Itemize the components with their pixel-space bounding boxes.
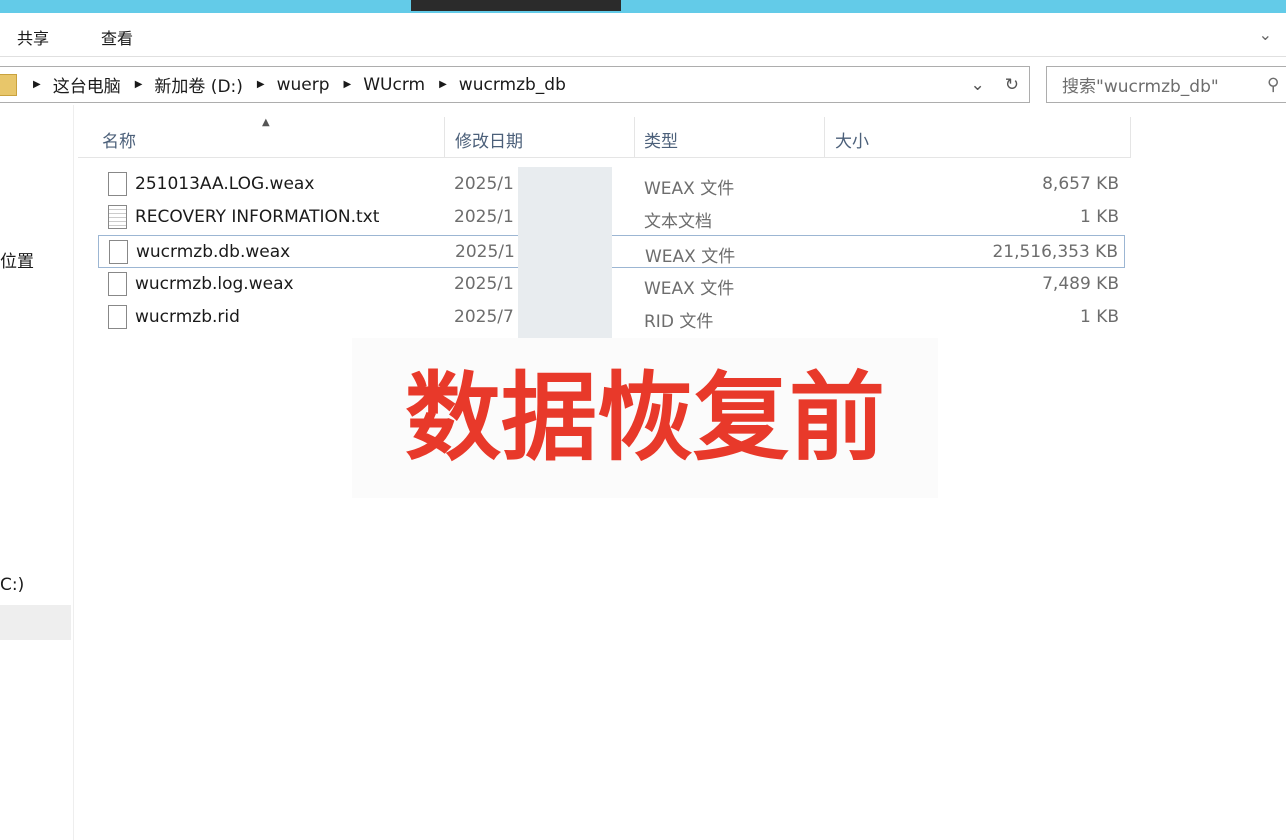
- breadcrumb-wucrmzb-db[interactable]: wucrmzb_db: [459, 75, 566, 95]
- file-size: 1 KB: [1079, 207, 1119, 227]
- search-icon[interactable]: ⚲: [1267, 75, 1279, 95]
- overlay-caption: 数据恢复前: [352, 338, 938, 498]
- file-date: 2025/7: [454, 307, 514, 327]
- search-placeholder: 搜索"wucrmzb_db": [1062, 77, 1219, 97]
- nav-item-drive-c[interactable]: C:): [0, 575, 24, 595]
- file-icon: [108, 305, 127, 329]
- breadcrumb-this-pc[interactable]: 这台电脑: [53, 72, 121, 97]
- column-size[interactable]: 大小: [825, 117, 1131, 158]
- chevron-right-icon[interactable]: ▶: [135, 79, 143, 90]
- redaction-block: [518, 167, 612, 354]
- file-name: wucrmzb.rid: [135, 307, 240, 327]
- breadcrumb-wucrm[interactable]: WUcrm: [363, 75, 425, 95]
- file-date: 2025/1: [455, 242, 515, 262]
- file-icon: [108, 172, 127, 196]
- column-type[interactable]: 类型: [635, 117, 825, 158]
- file-size: 1 KB: [1079, 307, 1119, 327]
- file-size: 8,657 KB: [1042, 174, 1119, 194]
- chevron-right-icon[interactable]: ▶: [257, 79, 265, 90]
- column-header: ▲ 名称 修改日期 类型 大小: [78, 117, 1131, 158]
- file-name: wucrmzb.log.weax: [135, 274, 294, 294]
- breadcrumb-drive-d[interactable]: 新加卷 (D:): [154, 72, 243, 97]
- file-type: WEAX 文件: [644, 179, 735, 199]
- file-size: 21,516,353 KB: [992, 242, 1118, 262]
- address-bar[interactable]: ▶ 这台电脑 ▶ 新加卷 (D:) ▶ wuerp ▶ WUcrm ▶ wucrmzb_d…: [0, 66, 1030, 103]
- title-block: [411, 0, 621, 11]
- file-type: RID 文件: [644, 312, 714, 332]
- tab-share[interactable]: 共享: [17, 25, 49, 49]
- file-date: 2025/1: [454, 174, 514, 194]
- nav-item-locations[interactable]: 位置: [0, 247, 34, 272]
- expand-ribbon-icon[interactable]: ⌄: [1259, 25, 1272, 44]
- file-name: wucrmzb.db.weax: [136, 242, 291, 262]
- file-date: 2025/1: [454, 274, 514, 294]
- file-date: 2025/1: [454, 207, 514, 227]
- file-name: RECOVERY INFORMATION.txt: [135, 207, 380, 227]
- column-name[interactable]: 名称: [78, 117, 445, 158]
- file-size: 7,489 KB: [1042, 274, 1119, 294]
- text-file-icon: [108, 205, 127, 229]
- navigation-pane: 位置 C:): [0, 105, 74, 840]
- refresh-icon[interactable]: ↻: [1005, 75, 1019, 95]
- ribbon: 共享 查看 ⌄: [0, 13, 1286, 57]
- title-bar: [0, 0, 1286, 13]
- tab-view[interactable]: 查看: [101, 25, 133, 49]
- chevron-right-icon[interactable]: ▶: [439, 79, 447, 90]
- folder-icon: [0, 73, 17, 96]
- search-input[interactable]: 搜索"wucrmzb_db" ⚲: [1046, 66, 1286, 103]
- file-type: 文本文档: [644, 212, 712, 232]
- history-dropdown-icon[interactable]: ⌄: [971, 75, 985, 95]
- file-name: 251013AA.LOG.weax: [135, 174, 315, 194]
- file-type: WEAX 文件: [644, 279, 735, 299]
- breadcrumb-wuerp[interactable]: wuerp: [277, 75, 330, 95]
- chevron-right-icon[interactable]: ▶: [344, 79, 352, 90]
- file-icon: [109, 240, 128, 264]
- column-date[interactable]: 修改日期: [445, 117, 635, 158]
- file-icon: [108, 272, 127, 296]
- file-type: WEAX 文件: [645, 247, 736, 267]
- nav-item-selected[interactable]: [0, 605, 71, 640]
- chevron-right-icon[interactable]: ▶: [33, 79, 41, 90]
